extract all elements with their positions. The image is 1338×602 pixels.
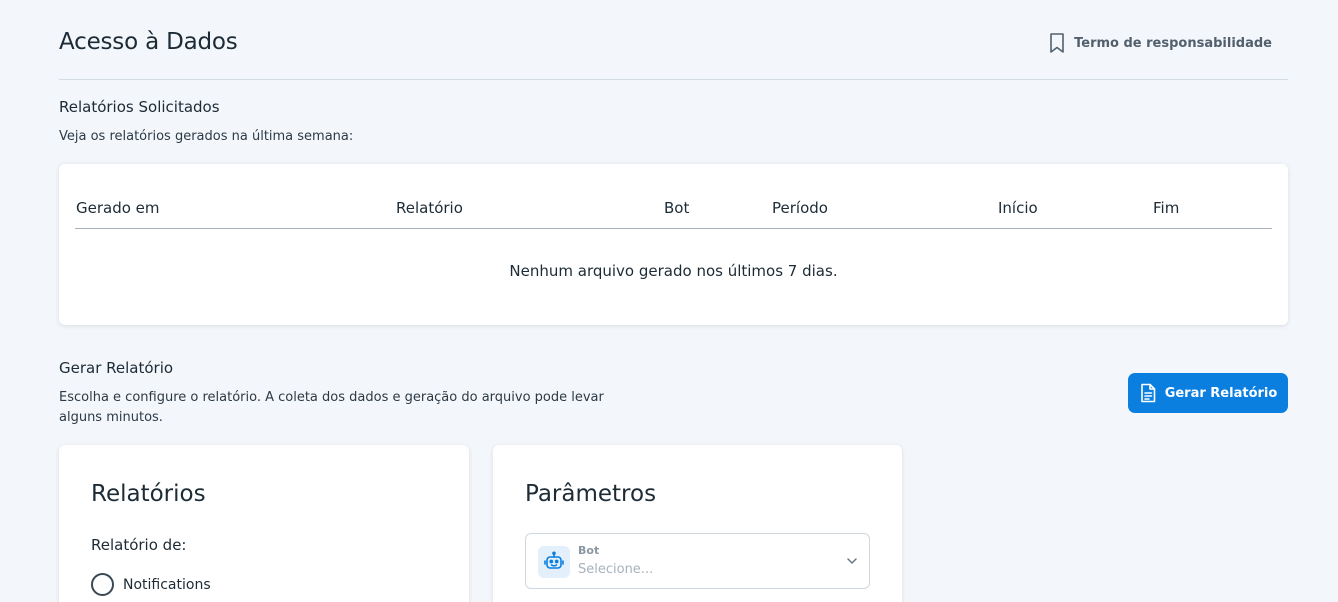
bot-select-label: Bot (578, 544, 600, 557)
bot-icon-container (538, 546, 570, 578)
terms-of-responsibility-link[interactable]: Termo de responsabilidade (1048, 32, 1272, 54)
column-header-start[interactable]: Início (998, 199, 1038, 217)
generate-report-button-label: Gerar Relatório (1164, 385, 1278, 401)
page-title: Acesso à Dados (59, 29, 238, 55)
reports-section-subtitle: Veja os relatórios gerados na última sem… (59, 129, 354, 144)
report-type-label: Relatório de: (91, 536, 187, 554)
bot-select-placeholder: Selecione... (578, 562, 654, 577)
terms-link-label: Termo de responsabilidade (1074, 35, 1272, 51)
column-header-report[interactable]: Relatório (396, 199, 463, 217)
chevron-down-icon[interactable] (845, 554, 859, 568)
reports-card-title: Relatórios (91, 481, 206, 507)
page-header: Acesso à Dados Termo de responsabilidade (59, 28, 1288, 80)
parameters-card: Parâmetros Bot Selecione... (493, 445, 902, 602)
reports-card: Relatórios Relatório de: Notifications (59, 445, 469, 602)
report-option-label: Notifications (123, 576, 211, 593)
column-header-end[interactable]: Fim (1153, 199, 1179, 217)
radio-button[interactable] (91, 573, 114, 596)
generate-report-button[interactable]: Gerar Relatório (1128, 373, 1288, 413)
page: Acesso à Dados Termo de responsabilidade… (0, 0, 1338, 602)
generate-section-title: Gerar Relatório (59, 359, 174, 377)
reports-section-title: Relatórios Solicitados (59, 98, 220, 116)
report-option-notifications[interactable]: Notifications (91, 573, 211, 596)
parameters-card-title: Parâmetros (525, 481, 657, 507)
reports-table: Gerado em Relatório Bot Período Início F… (59, 164, 1288, 325)
bookmark-icon (1050, 33, 1064, 53)
document-icon (1140, 383, 1155, 403)
table-empty-message: Nenhum arquivo gerado nos últimos 7 dias… (509, 262, 838, 280)
column-header-period[interactable]: Período (772, 199, 828, 217)
generate-section-subtitle: Escolha e configure o relatório. A colet… (59, 390, 604, 425)
column-header-generated-at[interactable]: Gerado em (76, 199, 160, 217)
robot-icon (544, 551, 564, 569)
table-header: Gerado em Relatório Bot Período Início F… (75, 164, 1272, 229)
bot-select[interactable]: Bot Selecione... (525, 533, 870, 589)
column-header-bot[interactable]: Bot (664, 199, 689, 217)
